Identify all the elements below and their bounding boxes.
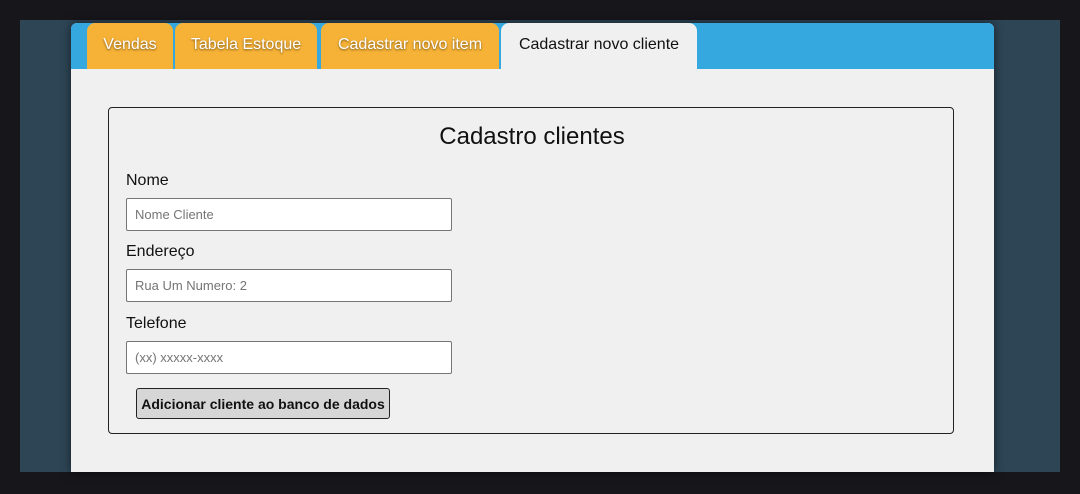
endereco-label: Endereço — [126, 243, 195, 260]
form-title: Cadastro clientes — [439, 123, 625, 150]
nome-label: Nome — [126, 172, 169, 189]
tab-cadastrar-novo-item[interactable]: Cadastrar novo item — [321, 23, 499, 69]
telefone-input[interactable] — [126, 341, 452, 374]
nome-input[interactable] — [126, 198, 452, 231]
telefone-label: Telefone — [126, 315, 187, 332]
app-window: Vendas Tabela Estoque Cadastrar novo ite… — [71, 23, 994, 472]
endereco-input[interactable] — [126, 269, 452, 302]
add-client-button[interactable]: Adicionar cliente ao banco de dados — [136, 388, 390, 419]
client-form-panel: Cadastro clientes Nome Endereço Telefone… — [108, 107, 954, 434]
tab-vendas[interactable]: Vendas — [87, 23, 173, 69]
tab-tabela-estoque[interactable]: Tabela Estoque — [175, 23, 317, 69]
tab-cadastrar-novo-cliente[interactable]: Cadastrar novo cliente — [501, 23, 697, 69]
tab-bar: Vendas Tabela Estoque Cadastrar novo ite… — [71, 23, 994, 69]
